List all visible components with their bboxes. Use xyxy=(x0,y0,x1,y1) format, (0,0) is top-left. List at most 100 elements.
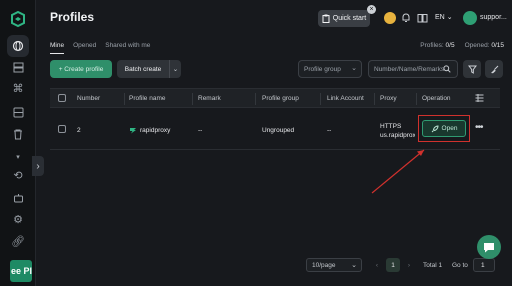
profile-stats: Profiles: 0/5 Opened: 0/15 xyxy=(420,42,504,49)
chevron-left-icon: ‹ xyxy=(375,261,379,269)
sidebar-item-automation[interactable] xyxy=(10,190,26,206)
profile-tabs: Mine Opened Shared with me xyxy=(50,42,150,54)
profile-group-select[interactable]: Profile group ⌄ xyxy=(298,60,362,78)
clipboard-icon xyxy=(322,14,330,23)
sidebar-item-settings[interactable]: ⚙ xyxy=(10,212,26,228)
column-divider xyxy=(416,93,417,105)
column-header-profile-name[interactable]: Profile name xyxy=(129,95,166,102)
quick-start-label: Quick start xyxy=(332,15,367,22)
more-options-button[interactable]: ••• xyxy=(475,122,483,133)
sync-icon: ⟲ xyxy=(13,169,23,182)
puzzle-icon xyxy=(13,107,23,117)
goto-label: Go to xyxy=(452,261,468,269)
batch-create-dropdown[interactable]: ⌄ xyxy=(169,60,181,78)
row-proxy-type: HTTPS xyxy=(380,123,402,130)
create-profile-button[interactable]: + Create profile xyxy=(50,60,112,78)
profiles-count: Profiles: 0/5 xyxy=(420,42,454,49)
opened-count-value: 0/15 xyxy=(491,42,504,49)
chevron-down-icon: ⌄ xyxy=(446,14,453,21)
column-header-remark[interactable]: Remark xyxy=(198,95,221,102)
sidebar-item-servers[interactable] xyxy=(10,59,26,75)
row-proxy-host: us.rapidproxy xyxy=(380,132,415,139)
prev-page-button[interactable]: ‹ xyxy=(372,258,382,272)
tab-opened[interactable]: Opened xyxy=(73,42,96,54)
profiles-count-label: Profiles: xyxy=(420,42,444,49)
row-link-account: -- xyxy=(327,127,332,134)
robot-icon xyxy=(13,193,23,202)
more-dots-icon: ••• xyxy=(475,122,483,133)
sidebar-item-commands[interactable]: ⌘ xyxy=(10,81,26,97)
goto-page-input[interactable] xyxy=(473,258,495,272)
user-name[interactable]: suppor... xyxy=(480,14,507,21)
table-header: Number Profile name Remark Profile group… xyxy=(50,88,500,108)
select-all-checkbox[interactable] xyxy=(58,94,66,102)
row-number: 2 xyxy=(77,127,81,134)
app-logo-icon xyxy=(11,10,25,28)
server-icon xyxy=(13,62,23,72)
language-selector[interactable]: EN ⌄ xyxy=(435,13,453,21)
total-count: Total 1 xyxy=(423,261,443,269)
chevron-down-icon: ⌄ xyxy=(351,65,357,72)
search-icon[interactable] xyxy=(440,62,454,76)
clean-button[interactable] xyxy=(485,60,503,78)
trash-icon xyxy=(14,129,22,139)
support-chat-button[interactable] xyxy=(477,235,501,259)
caret-down-icon: ▾ xyxy=(16,153,20,161)
profile-group-placeholder: Profile group xyxy=(304,65,341,73)
next-page-button[interactable]: › xyxy=(404,258,414,272)
sidebar-collapse-button[interactable]: › xyxy=(32,156,44,176)
chat-icon xyxy=(484,242,494,252)
chevron-right-icon: › xyxy=(407,261,411,269)
book-icon[interactable] xyxy=(416,12,428,24)
gear-icon: ⚙ xyxy=(13,213,23,226)
chevron-down-icon: ⌄ xyxy=(351,262,357,269)
sidebar-item-extensions[interactable] xyxy=(10,104,26,120)
tab-shared[interactable]: Shared with me xyxy=(105,42,150,54)
quick-start-close-button[interactable]: × xyxy=(367,5,376,14)
sidebar-item-sync[interactable]: ⟲ xyxy=(10,168,26,184)
column-header-profile-group[interactable]: Profile group xyxy=(262,95,299,102)
batch-create-button[interactable]: Batch create xyxy=(117,60,169,78)
table-row[interactable]: 2 rapidproxy -- Ungrouped -- HTTPS us.ra… xyxy=(50,108,500,150)
column-header-operation: Operation xyxy=(422,95,451,102)
broom-icon xyxy=(490,65,498,73)
column-header-proxy[interactable]: Proxy xyxy=(380,95,397,102)
column-divider xyxy=(124,93,125,105)
notification-icon[interactable] xyxy=(400,12,412,24)
column-settings-button[interactable] xyxy=(475,94,484,104)
opened-count: Opened: 0/15 xyxy=(465,42,504,49)
rocket-icon xyxy=(431,124,439,132)
profile-brand-icon xyxy=(130,128,136,134)
sidebar-item-profiles[interactable] xyxy=(10,38,26,54)
column-divider xyxy=(320,93,321,105)
filter-button[interactable] xyxy=(463,60,481,78)
row-profile-name[interactable]: rapidproxy xyxy=(129,127,170,134)
language-label: EN xyxy=(435,14,445,21)
page-size-select[interactable]: 10/page ⌄ xyxy=(306,258,362,272)
quick-start-button[interactable]: Quick start xyxy=(318,10,370,27)
row-remark: -- xyxy=(198,127,203,134)
profile-name-text: rapidproxy xyxy=(140,127,171,134)
row-checkbox[interactable] xyxy=(58,125,66,133)
open-profile-button[interactable]: Open xyxy=(422,120,466,137)
sidebar-promo-badge[interactable]: ee Pl xyxy=(10,260,32,282)
profiles-count-value: 0/5 xyxy=(445,42,455,49)
sidebar: ⌘ ▾ ⟲ ⚙ 🔗︎ ee Pl xyxy=(0,0,36,286)
page-number-button[interactable]: 1 xyxy=(386,258,400,272)
page-size-value: 10/page xyxy=(312,261,336,269)
globe-icon xyxy=(12,40,24,52)
filter-icon xyxy=(467,65,477,74)
command-icon: ⌘ xyxy=(12,82,24,95)
user-avatar[interactable] xyxy=(463,11,477,25)
column-header-link-account[interactable]: Link Account xyxy=(327,95,364,102)
column-divider xyxy=(255,93,256,105)
opened-count-label: Opened: xyxy=(464,42,490,49)
sidebar-more[interactable]: ▾ xyxy=(10,149,26,165)
column-header-number[interactable]: Number xyxy=(77,95,100,102)
profiles-table: Number Profile name Remark Profile group… xyxy=(50,88,500,150)
page-title: Profiles xyxy=(50,10,95,24)
sidebar-item-trash[interactable] xyxy=(10,126,26,142)
tab-mine[interactable]: Mine xyxy=(50,42,65,54)
sidebar-item-link[interactable]: 🔗︎ xyxy=(10,234,26,250)
coin-icon[interactable] xyxy=(384,12,396,24)
